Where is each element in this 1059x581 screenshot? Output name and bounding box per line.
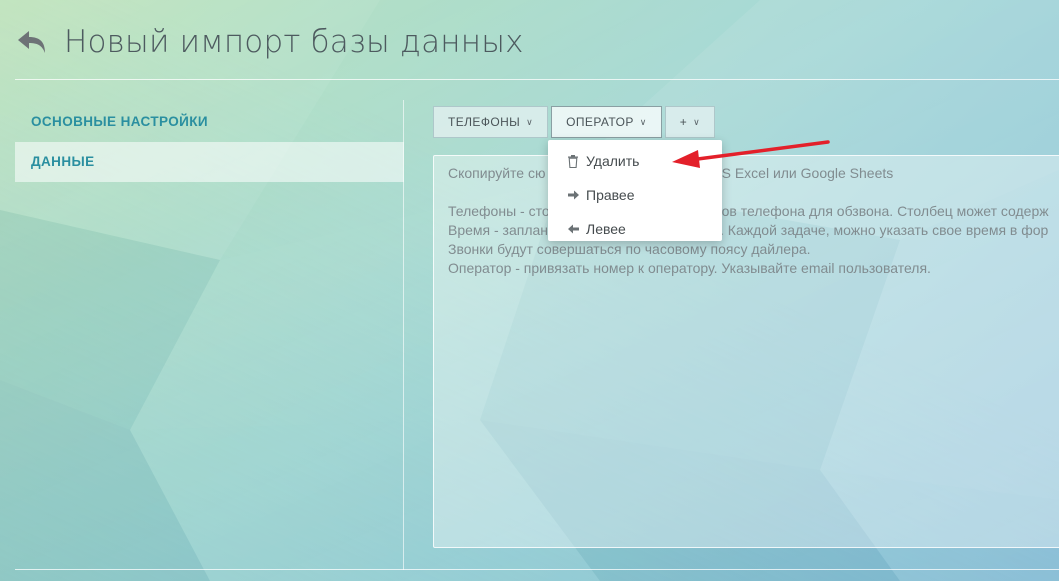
sidebar-item-label: ДАННЫЕ xyxy=(31,154,95,169)
textarea-line: ов телефона для обзвона. Столбец может с… xyxy=(721,203,1049,219)
delete-column-label: Удалить xyxy=(586,153,640,169)
back-arrow-icon[interactable] xyxy=(14,24,50,60)
sidebar-item-data[interactable]: ДАННЫЕ xyxy=(15,142,404,182)
annotation-arrow xyxy=(672,140,830,168)
page-title: Новый импорт базы данных xyxy=(64,24,524,60)
textarea-line: . Каждой задаче, можно указать свое врем… xyxy=(720,222,1049,238)
data-input-textarea[interactable]: Скопируйте сю в из MS Excel или Google Sh… xyxy=(433,155,1059,548)
column-phones-label: ТЕЛЕФОНЫ xyxy=(448,115,521,129)
arrow-left-icon xyxy=(566,222,580,236)
sidebar-divider xyxy=(403,100,404,570)
textarea-line: Время - заплан xyxy=(448,222,549,238)
textarea-line: Телефоны - сто xyxy=(448,203,550,219)
column-operator-label: ОПЕРАТОР xyxy=(566,115,634,129)
add-column-label: + xyxy=(679,115,688,129)
chevron-down-icon: ∨ xyxy=(693,116,701,127)
footer-divider xyxy=(15,569,1059,570)
sidebar: ОСНОВНЫЕ НАСТРОЙКИ ДАННЫЕ xyxy=(15,102,404,182)
move-right-item[interactable]: Правее xyxy=(548,178,722,212)
arrow-right-icon xyxy=(566,188,580,202)
move-left-item[interactable]: Левее xyxy=(548,212,722,246)
chevron-down-icon: ∨ xyxy=(526,116,534,127)
move-right-label: Правее xyxy=(586,187,635,203)
header-divider xyxy=(15,79,1059,80)
page-header: Новый импорт базы данных xyxy=(14,18,524,66)
textarea-line: Скопируйте сю xyxy=(448,165,546,181)
sidebar-item-basic-settings[interactable]: ОСНОВНЫЕ НАСТРОЙКИ xyxy=(15,102,404,142)
trash-icon xyxy=(566,154,580,168)
move-left-label: Левее xyxy=(586,221,626,237)
textarea-line: Оператор - привязать номер к оператору. … xyxy=(448,260,931,276)
column-phones-button[interactable]: ТЕЛЕФОНЫ ∨ xyxy=(433,106,549,138)
column-operator-button[interactable]: ОПЕРАТОР ∨ xyxy=(551,106,662,138)
chevron-down-icon: ∨ xyxy=(639,116,647,127)
sidebar-item-label: ОСНОВНЫЕ НАСТРОЙКИ xyxy=(31,114,208,129)
